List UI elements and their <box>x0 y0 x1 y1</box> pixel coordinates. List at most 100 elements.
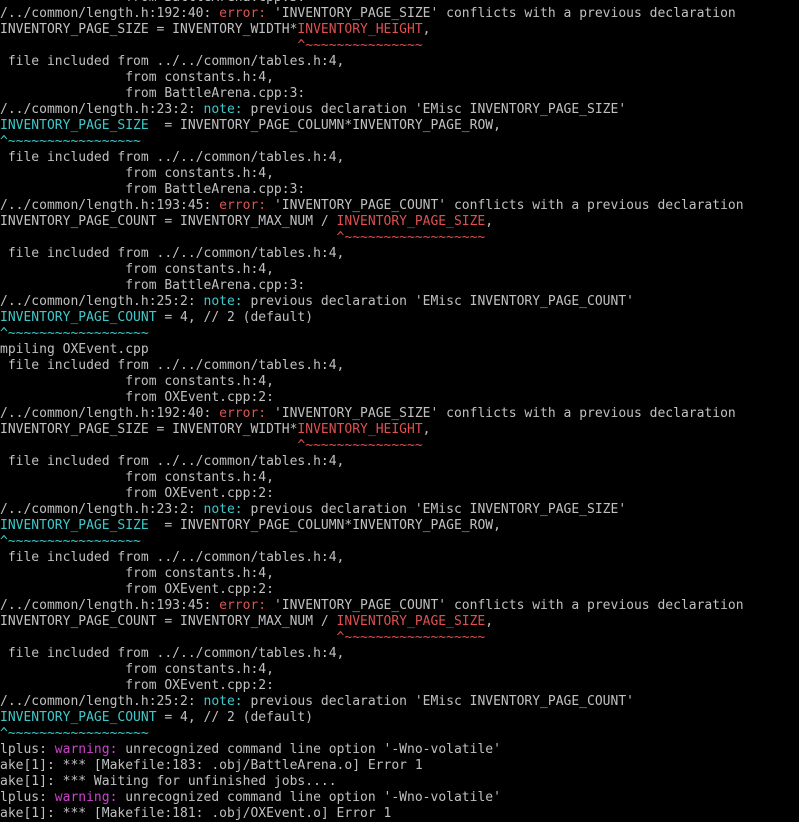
output-text: /../common/length.h:193:45: <box>0 198 220 213</box>
error-label: INVENTORY_PAGE_SIZE <box>336 214 486 229</box>
output-text: file included from ../../common/tables.h… <box>0 550 345 565</box>
output-text: file included from ../../common/tables.h… <box>0 646 345 661</box>
terminal-line: /../common/length.h:23:2: note: previous… <box>0 102 799 118</box>
output-text: from constants.h:4, <box>0 166 274 181</box>
output-text: = 4, // 2 (default) <box>156 710 314 725</box>
output-text: file included from ../../common/tables.h… <box>0 54 345 69</box>
caret-underline: ^~~~~~~~~~~~~~~~~~~ <box>336 630 486 645</box>
output-text: lplus: <box>0 790 55 805</box>
caret-underline: ^~~~~~~~~~~~~~~~~~~ <box>0 726 149 741</box>
terminal-line: file included from ../../common/tables.h… <box>0 246 799 262</box>
caret-underline: ^~~~~~~~~~~~~~~~ <box>297 438 423 453</box>
output-text: = INVENTORY_PAGE_COLUMN*INVENTORY_PAGE_R… <box>148 118 501 133</box>
output-text: /../common/length.h:193:45: <box>0 598 220 613</box>
output-text: previous declaration 'EMisc INVENTORY_PA… <box>242 294 634 309</box>
error-label: INVENTORY_HEIGHT <box>297 422 423 437</box>
note-label: note: <box>203 502 243 517</box>
output-text: file included from ../../common/tables.h… <box>0 150 345 165</box>
output-text: INVENTORY_PAGE_SIZE = INVENTORY_WIDTH* <box>0 22 298 37</box>
output-text: /../common/length.h:23:2: <box>0 502 204 517</box>
caret-underline: ^~~~~~~~~~~~~~~~~~~ <box>0 326 149 341</box>
output-text: , <box>422 22 431 37</box>
error-label: INVENTORY_PAGE_SIZE <box>336 614 486 629</box>
terminal-line: from constants.h:4, <box>0 662 799 678</box>
output-text: from BattleArena.cpp:3: <box>0 182 306 197</box>
terminal-line: file included from ../../common/tables.h… <box>0 150 799 166</box>
terminal-line: ^~~~~~~~~~~~~~~~~~ <box>0 134 799 150</box>
caret-underline: ^~~~~~~~~~~~~~~~~~ <box>0 534 141 549</box>
terminal-line: INVENTORY_PAGE_SIZE = INVENTORY_PAGE_COL… <box>0 518 799 534</box>
terminal-line: ^~~~~~~~~~~~~~~~ <box>0 38 799 54</box>
caret-underline: ^~~~~~~~~~~~~~~~ <box>297 38 423 53</box>
output-text: 'INVENTORY_PAGE_SIZE' conflicts with a p… <box>266 6 736 21</box>
terminal-line: lplus: warning: unrecognized command lin… <box>0 790 799 806</box>
output-text: 'INVENTORY_PAGE_COUNT' conflicts with a … <box>266 598 744 613</box>
output-text: /../common/length.h:25:2: <box>0 694 204 709</box>
output-text: from OXEvent.cpp:2: <box>0 390 274 405</box>
terminal-line: /../common/length.h:193:45: error: 'INVE… <box>0 598 799 614</box>
terminal-line: from constants.h:4, <box>0 566 799 582</box>
output-text: 'INVENTORY_PAGE_COUNT' conflicts with a … <box>266 198 744 213</box>
output-text: from constants.h:4, <box>0 566 274 581</box>
terminal-line: file included from ../../common/tables.h… <box>0 358 799 374</box>
note-label: note: <box>203 694 243 709</box>
output-text: , <box>422 422 431 437</box>
output-text: from constants.h:4, <box>0 70 274 85</box>
caret-underline: ^~~~~~~~~~~~~~~~~~~ <box>336 230 486 245</box>
output-text: /../common/length.h:25:2: <box>0 294 204 309</box>
terminal-line: from constants.h:4, <box>0 70 799 86</box>
output-text: from OXEvent.cpp:2: <box>0 486 274 501</box>
output-text: file included from ../../common/tables.h… <box>0 358 345 373</box>
terminal-line: INVENTORY_PAGE_COUNT = 4, // 2 (default) <box>0 310 799 326</box>
output-text: previous declaration 'EMisc INVENTORY_PA… <box>242 502 627 517</box>
warning-label: warning: <box>54 742 118 757</box>
note-label: INVENTORY_PAGE_COUNT <box>0 710 157 725</box>
output-text: = 4, // 2 (default) <box>156 310 314 325</box>
terminal-line: ake[1]: *** [Makefile:181: .obj/OXEvent.… <box>0 806 799 822</box>
output-text: INVENTORY_PAGE_SIZE = INVENTORY_WIDTH* <box>0 422 298 437</box>
output-text: from constants.h:4, <box>0 662 274 677</box>
output-text: from OXEvent.cpp:2: <box>0 582 274 597</box>
terminal-line: file included from ../../common/tables.h… <box>0 646 799 662</box>
terminal-line: ake[1]: *** Waiting for unfinished jobs.… <box>0 774 799 790</box>
output-text: unrecognized command line option '-Wno-v… <box>117 790 501 805</box>
terminal-line: from BattleArena.cpp:3: <box>0 182 799 198</box>
output-text: /../common/length.h:192:40: <box>0 6 220 21</box>
terminal-line: from BattleArena.cpp:3: <box>0 86 799 102</box>
terminal-line: INVENTORY_PAGE_COUNT = INVENTORY_MAX_NUM… <box>0 614 799 630</box>
output-text: from constants.h:4, <box>0 470 274 485</box>
terminal-line: ^~~~~~~~~~~~~~~~~~~ <box>0 230 799 246</box>
terminal-line: from OXEvent.cpp:2: <box>0 486 799 502</box>
terminal-line: /../common/length.h:192:40: error: 'INVE… <box>0 6 799 22</box>
terminal-line: INVENTORY_PAGE_COUNT = INVENTORY_MAX_NUM… <box>0 214 799 230</box>
terminal-line: /../common/length.h:192:40: error: 'INVE… <box>0 406 799 422</box>
note-label: note: <box>203 102 243 117</box>
output-text: INVENTORY_PAGE_COUNT = INVENTORY_MAX_NUM… <box>0 614 337 629</box>
terminal-line: ^~~~~~~~~~~~~~~~~~~ <box>0 326 799 342</box>
output-text: , <box>485 614 494 629</box>
output-text: from OXEvent.cpp:2: <box>0 678 274 693</box>
output-text: , <box>485 214 494 229</box>
note-label: INVENTORY_PAGE_COUNT <box>0 310 157 325</box>
output-text: mpiling OXEvent.cpp <box>0 342 149 357</box>
output-text: /../common/length.h:23:2: <box>0 102 204 117</box>
terminal-line: mpiling OXEvent.cpp <box>0 342 799 358</box>
error-label: error: <box>219 198 267 213</box>
terminal-line: ake[1]: *** [Makefile:183: .obj/BattleAr… <box>0 758 799 774</box>
terminal-line: ^~~~~~~~~~~~~~~~~~ <box>0 534 799 550</box>
note-label: note: <box>203 294 243 309</box>
terminal-line: file included from ../../common/tables.h… <box>0 54 799 70</box>
output-text: lplus: <box>0 742 55 757</box>
terminal-line: from OXEvent.cpp:2: <box>0 678 799 694</box>
output-text: from constants.h:4, <box>0 262 274 277</box>
terminal-line: from OXEvent.cpp:2: <box>0 582 799 598</box>
output-text: file included from ../../common/tables.h… <box>0 246 345 261</box>
output-text: from BattleArena.cpp:3: <box>0 0 305 5</box>
terminal-line: from constants.h:4, <box>0 470 799 486</box>
terminal-window[interactable]: from BattleArena.cpp:3:/../common/length… <box>0 0 799 822</box>
terminal-line: /../common/length.h:193:45: error: 'INVE… <box>0 198 799 214</box>
